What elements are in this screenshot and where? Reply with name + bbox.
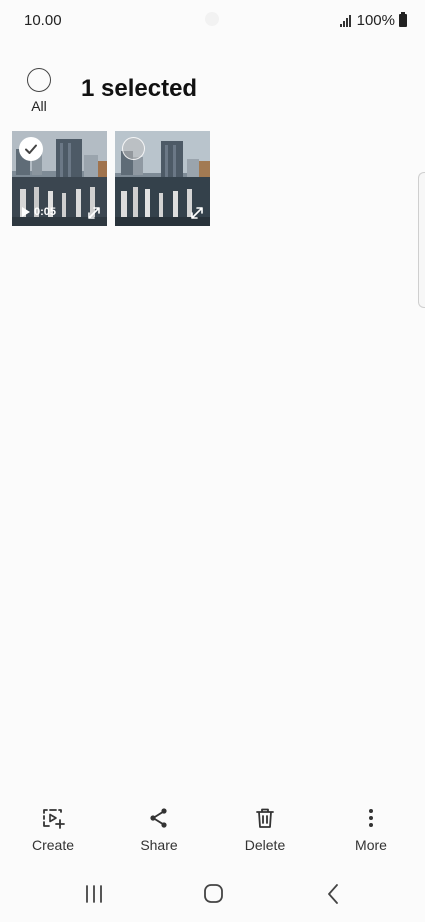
more-button[interactable]: More (318, 800, 424, 860)
battery-percent: 100% (356, 12, 395, 29)
gallery-grid: 0:05 (12, 131, 210, 226)
home-icon[interactable] (198, 882, 228, 906)
bottom-action-toolbar: Create Share Delete More (0, 800, 425, 860)
select-all-label: All (31, 98, 47, 114)
trash-icon (256, 808, 274, 828)
select-all-checkbox[interactable] (27, 68, 51, 92)
expand-icon[interactable] (87, 206, 101, 220)
create-button[interactable]: Create (0, 800, 106, 860)
share-button[interactable]: Share (106, 800, 212, 860)
unselected-check-circle[interactable] (122, 137, 145, 160)
delete-label: Delete (244, 837, 286, 853)
battery-icon (399, 12, 407, 27)
select-all-toggle[interactable]: All (20, 68, 60, 116)
more-label: More (355, 837, 387, 853)
expand-icon[interactable] (190, 206, 204, 220)
camera-cutout (205, 12, 219, 26)
signal-icon (339, 14, 351, 27)
play-icon (22, 207, 30, 217)
status-indicators: 100% (339, 12, 407, 29)
gallery-item-image[interactable] (115, 131, 210, 226)
back-icon[interactable] (318, 882, 348, 906)
gallery-item-video[interactable]: 0:05 (12, 131, 107, 226)
selection-header: All 1 selected (0, 60, 425, 120)
create-icon (43, 809, 65, 829)
video-duration: 0:05 (34, 206, 57, 218)
video-duration-badge: 0:05 (22, 206, 56, 218)
share-label: Share (140, 837, 178, 853)
recents-icon[interactable] (79, 882, 109, 906)
edge-panel-handle[interactable] (418, 172, 425, 308)
selected-check-icon[interactable] (19, 137, 43, 161)
share-icon (150, 808, 167, 828)
status-bar: 10.00 100% (0, 0, 425, 40)
create-label: Create (31, 837, 75, 853)
selection-count-title: 1 selected (81, 75, 198, 102)
system-navigation-bar (0, 872, 425, 916)
delete-button[interactable]: Delete (212, 800, 318, 860)
status-time: 10.00 (24, 12, 62, 29)
more-vertical-icon (369, 809, 373, 827)
